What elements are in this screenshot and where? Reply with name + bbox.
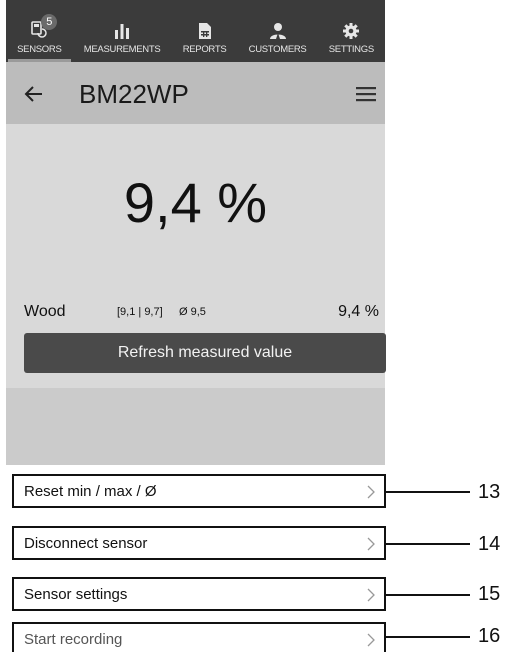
- chevron-right-icon: [366, 537, 376, 551]
- chevron-right-icon: [366, 633, 376, 647]
- material-value: 9,4 %: [338, 303, 379, 320]
- action-label: Reset min / max / Ø: [24, 483, 157, 500]
- callout-line: [386, 636, 470, 638]
- chevron-right-icon: [366, 485, 376, 499]
- callout-number: 15: [478, 583, 501, 605]
- measured-value-display: 9,4 %: [123, 171, 268, 234]
- app-screen: 5 SENSORS MEASUREMENTS REPORTS CUSTOMERS…: [6, 0, 386, 465]
- callout-number: 16: [478, 625, 501, 647]
- tab-label: MEASUREMENTS: [83, 44, 161, 55]
- sensor-title: BM22WP: [79, 79, 189, 109]
- gear-icon: [342, 22, 360, 40]
- content-footer-band: [6, 388, 385, 465]
- action-label: Sensor settings: [24, 586, 128, 603]
- sensor-icon: 5: [29, 14, 58, 40]
- min-max-range: [9,1 | 9,7]: [117, 306, 163, 318]
- tab-measurements[interactable]: MEASUREMENTS: [73, 0, 172, 62]
- tab-label: SENSORS: [17, 44, 62, 55]
- sensor-count-badge: 5: [41, 14, 58, 30]
- reset-min-max-avg-button[interactable]: Reset min / max / Ø: [12, 474, 386, 508]
- sensor-settings-button[interactable]: Sensor settings: [12, 577, 386, 611]
- callout-line: [386, 594, 470, 596]
- start-recording-button[interactable]: Start recording: [12, 622, 386, 652]
- material-label: Wood: [24, 303, 66, 320]
- action-label: Start recording: [24, 631, 123, 648]
- disconnect-sensor-button[interactable]: Disconnect sensor: [12, 526, 386, 560]
- tab-customers[interactable]: CUSTOMERS: [238, 0, 318, 62]
- tab-label: REPORTS: [182, 44, 227, 55]
- bar-chart-icon: [112, 22, 132, 40]
- callout-number: 14: [478, 533, 501, 555]
- tab-sensors[interactable]: 5 SENSORS: [6, 0, 73, 62]
- top-navigation: 5 SENSORS MEASUREMENTS REPORTS CUSTOMERS…: [6, 0, 385, 62]
- tab-label: SETTINGS: [328, 44, 374, 55]
- refresh-measured-value-button[interactable]: Refresh measured value: [24, 333, 386, 373]
- callout-line: [386, 491, 470, 493]
- tab-label: CUSTOMERS: [248, 44, 307, 55]
- average-value: Ø 9,5: [179, 306, 206, 318]
- arrow-left-icon[interactable]: [22, 82, 46, 106]
- customers-icon: [268, 22, 288, 40]
- callout-number: 13: [478, 481, 501, 503]
- hamburger-menu-icon[interactable]: [355, 86, 377, 102]
- tab-reports[interactable]: REPORTS: [172, 0, 238, 62]
- action-label: Disconnect sensor: [24, 535, 148, 552]
- material-row: Wood [9,1 | 9,7] Ø 9,5 9,4 %: [24, 303, 379, 323]
- header-bar: BM22WP: [6, 62, 385, 124]
- report-icon: [197, 22, 213, 40]
- callout-line: [386, 543, 470, 545]
- chevron-right-icon: [366, 588, 376, 602]
- tab-settings[interactable]: SETTINGS: [318, 0, 385, 62]
